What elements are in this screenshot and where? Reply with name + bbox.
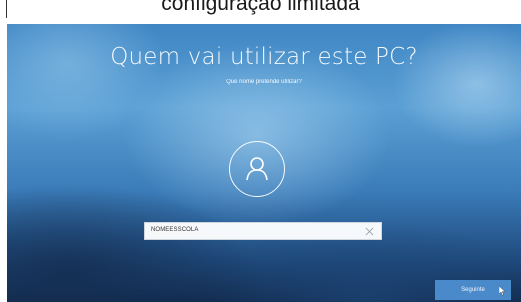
person-icon [246,157,268,181]
windows-setup-screen: Quem vai utilizar este PC? Que nome pret… [7,24,521,302]
username-input[interactable]: NOMEESSCOLA [144,222,382,240]
caption-divider [6,0,7,18]
user-avatar-icon [229,141,285,197]
close-icon[interactable] [364,226,375,237]
mouse-pointer-icon [499,286,506,296]
page-subtitle: Que nome pretende utilizar? [226,79,302,85]
username-value: NOMEESSCOLA [151,227,199,233]
page-title: Quem vai utilizar este PC? [110,44,418,70]
photo-caption: configuração limitada [161,0,360,15]
